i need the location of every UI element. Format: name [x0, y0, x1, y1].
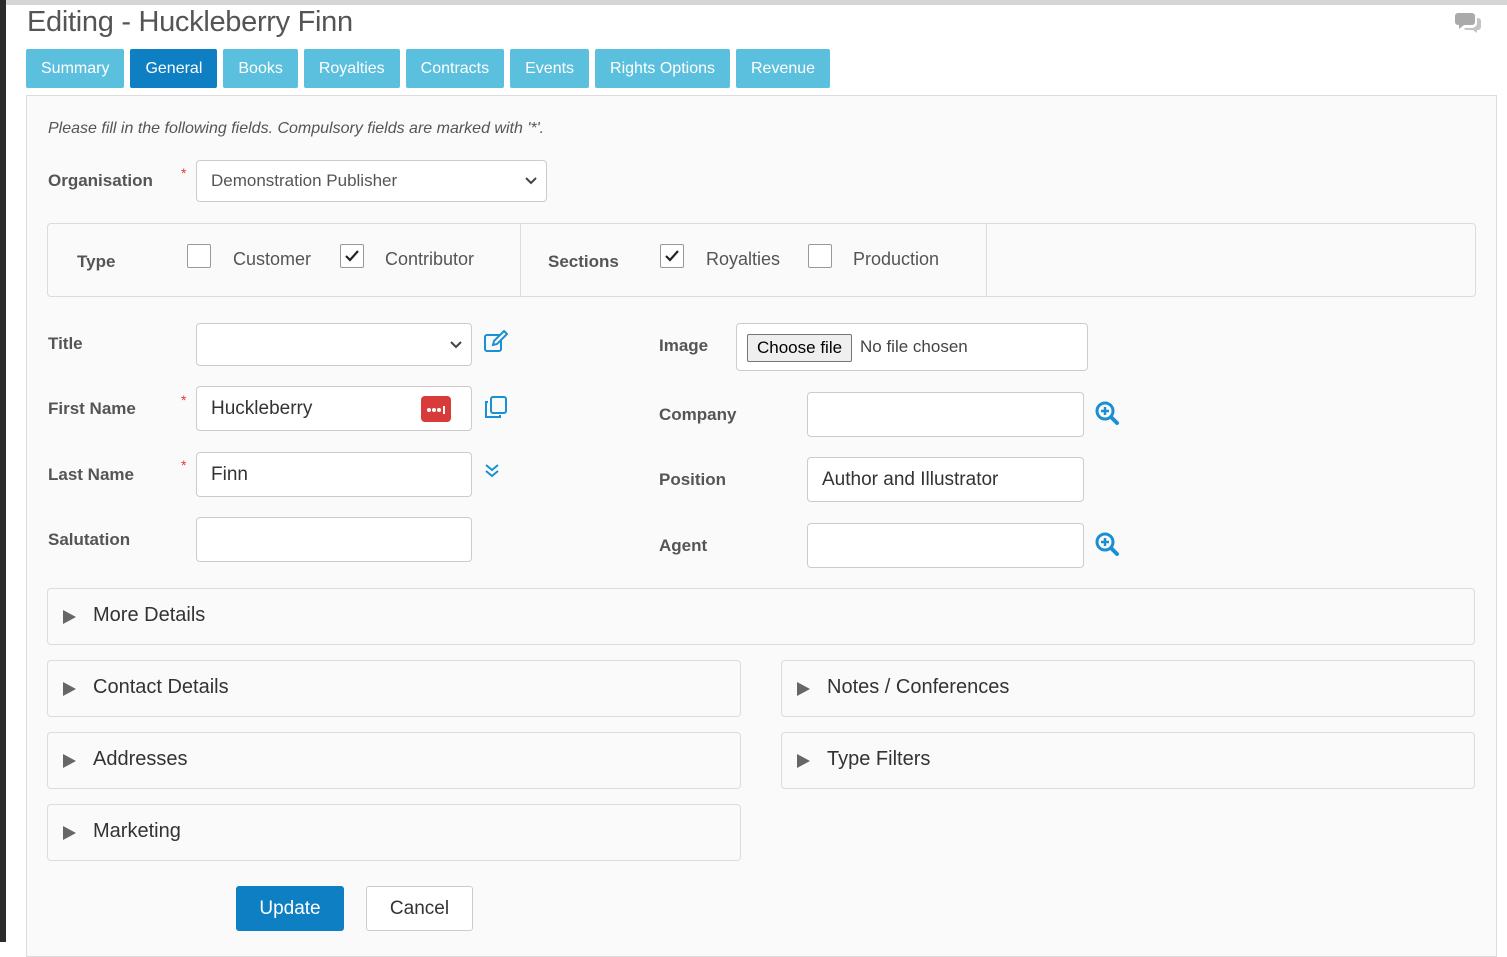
last-name-value: Finn — [211, 464, 248, 485]
caret-right-icon — [63, 754, 76, 768]
update-button[interactable]: Update — [236, 886, 344, 931]
last-name-input[interactable]: Finn — [196, 452, 472, 497]
first-name-value: Huckleberry — [211, 398, 313, 419]
agent-input[interactable] — [807, 523, 1084, 568]
customer-checkbox[interactable] — [187, 244, 211, 268]
image-file-input: Choose file No file chosen — [736, 323, 1088, 371]
contributor-checkbox[interactable] — [340, 244, 364, 268]
production-checkbox[interactable] — [808, 244, 832, 268]
royalties-label: Royalties — [706, 249, 781, 269]
title-label: Title — [48, 334, 83, 353]
accordion-title: More Details — [93, 604, 206, 626]
image-label: Image — [659, 336, 709, 355]
check-icon — [345, 250, 359, 262]
edit-icon[interactable] — [483, 329, 509, 359]
tab-events[interactable]: Events — [510, 49, 590, 88]
tab-summary[interactable]: Summary — [26, 49, 125, 88]
caret-right-icon — [63, 610, 76, 624]
accordion-title: Contact Details — [93, 676, 229, 698]
caret-right-icon — [797, 682, 810, 696]
search-plus-icon[interactable] — [1094, 400, 1120, 431]
required-marker: * — [181, 165, 187, 181]
customer-label: Customer — [233, 249, 312, 269]
first-name-label: First Name — [48, 399, 136, 418]
position-input[interactable]: Author and Illustrator — [807, 457, 1084, 502]
tab-general[interactable]: General — [130, 49, 218, 88]
tab-rights-options[interactable]: Rights Options — [595, 49, 730, 88]
position-value: Author and Illustrator — [822, 469, 999, 490]
tab-revenue[interactable]: Revenue — [735, 49, 831, 88]
first-name-input[interactable]: Huckleberry — [196, 386, 472, 431]
accordion-title: Marketing — [93, 820, 181, 842]
contact-details-accordion[interactable]: Contact Details — [47, 660, 741, 717]
divider — [986, 223, 987, 296]
accordion-title: Type Filters — [827, 748, 931, 770]
top-border — [0, 0, 1507, 5]
organisation-label: Organisation — [48, 171, 153, 190]
agent-label: Agent — [659, 536, 708, 555]
form-instructions: Please fill in the following fields. Com… — [48, 120, 545, 137]
type-filters-accordion[interactable]: Type Filters — [781, 732, 1475, 789]
caret-right-icon — [797, 754, 810, 768]
required-marker: * — [181, 457, 187, 473]
choose-file-button[interactable]: Choose file — [747, 334, 853, 362]
left-edge-strip — [0, 0, 6, 942]
accordion-title: Notes / Conferences — [827, 676, 1010, 698]
tab-contracts[interactable]: Contracts — [405, 49, 505, 88]
sections-label: Sections — [548, 252, 619, 271]
password-manager-icon[interactable] — [421, 396, 451, 422]
comments-icon[interactable] — [1455, 10, 1483, 34]
check-icon — [665, 250, 679, 262]
file-status: No file chosen — [860, 337, 968, 356]
divider — [520, 223, 521, 296]
organisation-select[interactable]: Demonstration Publisher — [196, 160, 547, 202]
tab-royalties[interactable]: Royalties — [303, 49, 400, 88]
marketing-accordion[interactable]: Marketing — [47, 804, 741, 861]
notes-conferences-accordion[interactable]: Notes / Conferences — [781, 660, 1475, 717]
copy-icon[interactable] — [483, 395, 509, 424]
organisation-value: Demonstration Publisher — [211, 171, 398, 190]
last-name-label: Last Name — [48, 465, 134, 484]
page-title: Editing - Huckleberry Finn — [27, 6, 353, 38]
caret-right-icon — [63, 682, 76, 696]
company-input[interactable] — [807, 392, 1084, 437]
double-chevron-down-icon[interactable] — [483, 462, 501, 485]
chevron-down-icon — [525, 177, 537, 185]
caret-right-icon — [63, 826, 76, 840]
accordion-title: Addresses — [93, 748, 188, 770]
title-select[interactable] — [196, 323, 472, 366]
tab-books[interactable]: Books — [223, 49, 298, 88]
search-plus-icon[interactable] — [1094, 531, 1120, 562]
position-label: Position — [659, 470, 727, 489]
company-label: Company — [659, 405, 737, 424]
chevron-down-icon — [450, 340, 462, 348]
type-label: Type — [77, 252, 116, 271]
salutation-label: Salutation — [48, 530, 131, 549]
royalties-checkbox[interactable] — [660, 244, 684, 268]
contributor-label: Contributor — [385, 249, 475, 269]
required-marker: * — [181, 392, 187, 408]
tab-bar: Summary General Books Royalties Contract… — [26, 49, 836, 88]
production-label: Production — [853, 249, 940, 269]
cancel-button[interactable]: Cancel — [366, 886, 473, 931]
addresses-accordion[interactable]: Addresses — [47, 732, 741, 789]
more-details-accordion[interactable]: More Details — [47, 588, 1475, 645]
salutation-input[interactable] — [196, 517, 472, 562]
